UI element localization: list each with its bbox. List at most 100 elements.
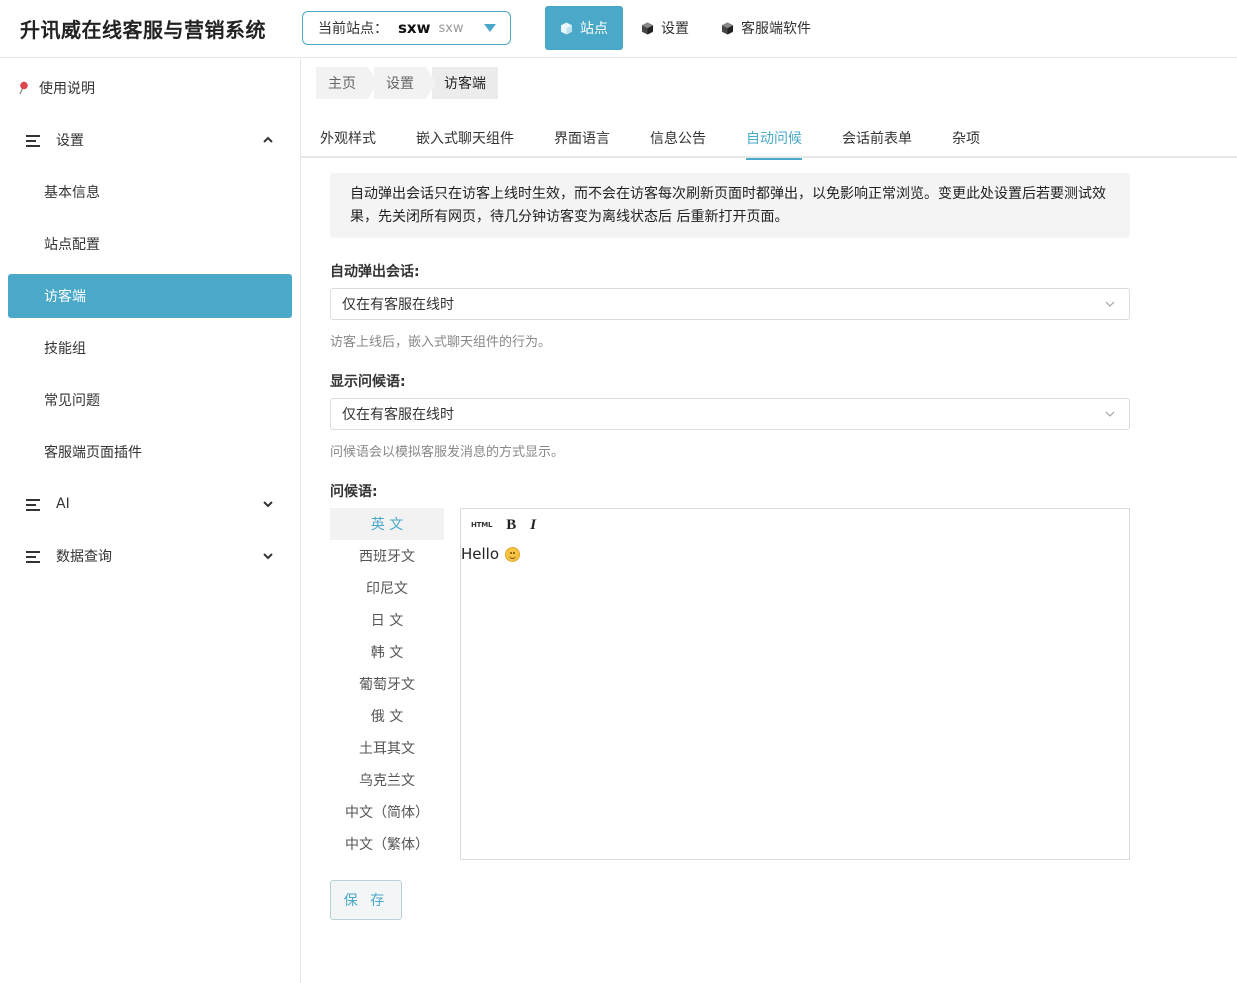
show-greeting-select[interactable]: 仅在有客服在线时 (330, 398, 1130, 430)
show-greeting-value: 仅在有客服在线时 (342, 407, 454, 423)
sidebar-item-label: 站点配置 (44, 237, 100, 253)
tab-label: 外观样式 (320, 131, 376, 147)
sidebar-item-skill-group[interactable]: 技能组 (8, 326, 292, 370)
auto-popup-value: 仅在有客服在线时 (342, 297, 454, 313)
breadcrumb-settings[interactable]: 设置 (374, 67, 436, 99)
sidebar-item-label: 使用说明 (39, 81, 95, 97)
chevron-down-icon (263, 553, 273, 560)
sidebar-item-basic-info[interactable]: 基本信息 (8, 170, 292, 214)
cube-icon (560, 22, 573, 35)
site-code: sxw (398, 19, 431, 37)
save-button[interactable]: 保 存 (330, 880, 402, 920)
menu-icon (26, 550, 40, 563)
tab-label: 信息公告 (650, 131, 706, 147)
top-header: 升讯威在线客服与营销系统 当前站点： sxw sxw 站点 设置 客服端软件 (0, 0, 1237, 58)
editor-content[interactable]: Hello (461, 545, 521, 563)
cube-icon (641, 22, 654, 35)
menu-icon (26, 498, 40, 511)
tab-label: 自动问候 (746, 131, 802, 147)
sidebar-item-label: AI (56, 496, 70, 512)
menu-icon (26, 134, 40, 147)
sidebar-item-label: 访客端 (44, 289, 86, 305)
nav-client-software-label: 客服端软件 (741, 21, 811, 37)
sidebar: 使用说明 设置 基本信息 站点配置 访客端 技能组 常见问题 客服端页面插件 A… (0, 59, 301, 983)
tab-misc[interactable]: 杂项 (952, 118, 980, 158)
site-name: sxw (438, 20, 464, 36)
tab-embedded-widget[interactable]: 嵌入式聊天组件 (416, 118, 514, 158)
lang-item-korean[interactable]: 韩 文 (330, 636, 444, 668)
auto-popup-label: 自动弹出会话: (330, 264, 420, 280)
tab-pre-chat-form[interactable]: 会话前表单 (842, 118, 912, 158)
cube-icon (721, 22, 734, 35)
breadcrumb-home[interactable]: 主页 (316, 67, 378, 99)
sidebar-item-visitor[interactable]: 访客端 (8, 274, 292, 318)
nav-site[interactable]: 站点 (545, 6, 623, 50)
lang-item-portuguese[interactable]: 葡萄牙文 (330, 668, 444, 700)
tab-announcements[interactable]: 信息公告 (650, 118, 706, 158)
auto-popup-select[interactable]: 仅在有客服在线时 (330, 288, 1130, 320)
tab-label: 会话前表单 (842, 131, 912, 147)
sidebar-group-data-query[interactable]: 数据查询 (8, 534, 292, 578)
breadcrumb-current: 访客端 (432, 67, 498, 99)
lang-item-chinese-simplified[interactable]: 中文（简体） (330, 796, 444, 828)
sidebar-item-label: 设置 (56, 133, 84, 149)
nav-settings-label: 设置 (661, 21, 689, 37)
breadcrumb-label: 主页 (328, 76, 356, 92)
html-mode-button[interactable]: HTML (471, 521, 492, 529)
greeting-text: Hello (461, 545, 500, 563)
smiley-emoji-icon (505, 546, 521, 562)
lang-item-turkish[interactable]: 土耳其文 (330, 732, 444, 764)
sidebar-item-label: 技能组 (44, 341, 86, 357)
editor-toolbar: HTML B I (471, 515, 550, 535)
bold-button[interactable]: B (506, 517, 516, 534)
greeting-label: 问候语: (330, 484, 378, 500)
chevron-down-icon (1105, 301, 1115, 307)
sidebar-item-agent-plugins[interactable]: 客服端页面插件 (8, 430, 292, 474)
greeting-editor[interactable]: HTML B I Hello (460, 508, 1130, 860)
show-greeting-label: 显示问候语: (330, 374, 406, 390)
lang-item-english[interactable]: 英 文 (330, 508, 444, 540)
tab-label: 嵌入式聊天组件 (416, 131, 514, 147)
chevron-up-icon (263, 136, 273, 143)
nav-client-software[interactable]: 客服端软件 (707, 6, 825, 50)
language-list: 英 文 西班牙文 印尼文 日 文 韩 文 葡萄牙文 俄 文 土耳其文 乌克兰文 … (330, 508, 444, 860)
auto-popup-help: 访客上线后，嵌入式聊天组件的行为。 (330, 335, 552, 350)
chevron-down-icon (263, 501, 273, 508)
breadcrumb-label: 设置 (386, 76, 414, 92)
top-nav: 站点 设置 客服端软件 (545, 6, 829, 50)
breadcrumb: 主页 设置 访客端 (316, 67, 504, 99)
sidebar-item-usage-guide[interactable]: 使用说明 (8, 66, 292, 110)
site-selector-label: 当前站点： (318, 21, 388, 37)
lang-item-japanese[interactable]: 日 文 (330, 604, 444, 636)
sidebar-group-settings[interactable]: 设置 (8, 118, 292, 162)
site-selector[interactable]: 当前站点： sxw sxw (302, 11, 511, 45)
show-greeting-help: 问候语会以模拟客服发消息的方式显示。 (330, 445, 565, 460)
nav-settings[interactable]: 设置 (627, 6, 703, 50)
sidebar-item-label: 客服端页面插件 (44, 445, 142, 461)
sidebar-item-site-config[interactable]: 站点配置 (8, 222, 292, 266)
lang-item-russian[interactable]: 俄 文 (330, 700, 444, 732)
sidebar-item-label: 数据查询 (56, 549, 112, 565)
tab-label: 杂项 (952, 131, 980, 147)
lang-item-spanish[interactable]: 西班牙文 (330, 540, 444, 572)
tab-auto-greeting[interactable]: 自动问候 (746, 118, 802, 160)
nav-site-label: 站点 (580, 21, 608, 37)
sidebar-item-label: 基本信息 (44, 185, 100, 201)
chevron-down-icon (1105, 411, 1115, 417)
lang-item-indonesian[interactable]: 印尼文 (330, 572, 444, 604)
tab-label: 界面语言 (554, 131, 610, 147)
caret-down-icon (484, 24, 496, 32)
app-title: 升讯威在线客服与营销系统 (20, 18, 266, 42)
italic-button[interactable]: I (530, 517, 536, 534)
lang-item-chinese-traditional[interactable]: 中文（繁体） (330, 828, 444, 860)
lang-item-ukrainian[interactable]: 乌克兰文 (330, 764, 444, 796)
sidebar-item-faq[interactable]: 常见问题 (8, 378, 292, 422)
tab-bar: 外观样式 嵌入式聊天组件 界面语言 信息公告 自动问候 会话前表单 杂项 (301, 118, 1237, 160)
notice-box: 自动弹出会话只在访客上线时生效，而不会在访客每次刷新页面时都弹出，以免影响正常浏… (330, 173, 1130, 238)
tab-appearance[interactable]: 外观样式 (320, 118, 376, 158)
tab-ui-language[interactable]: 界面语言 (554, 118, 610, 158)
breadcrumb-label: 访客端 (444, 76, 486, 92)
sidebar-item-label: 常见问题 (44, 393, 100, 409)
sidebar-group-ai[interactable]: AI (8, 482, 292, 526)
pin-icon (18, 81, 29, 95)
